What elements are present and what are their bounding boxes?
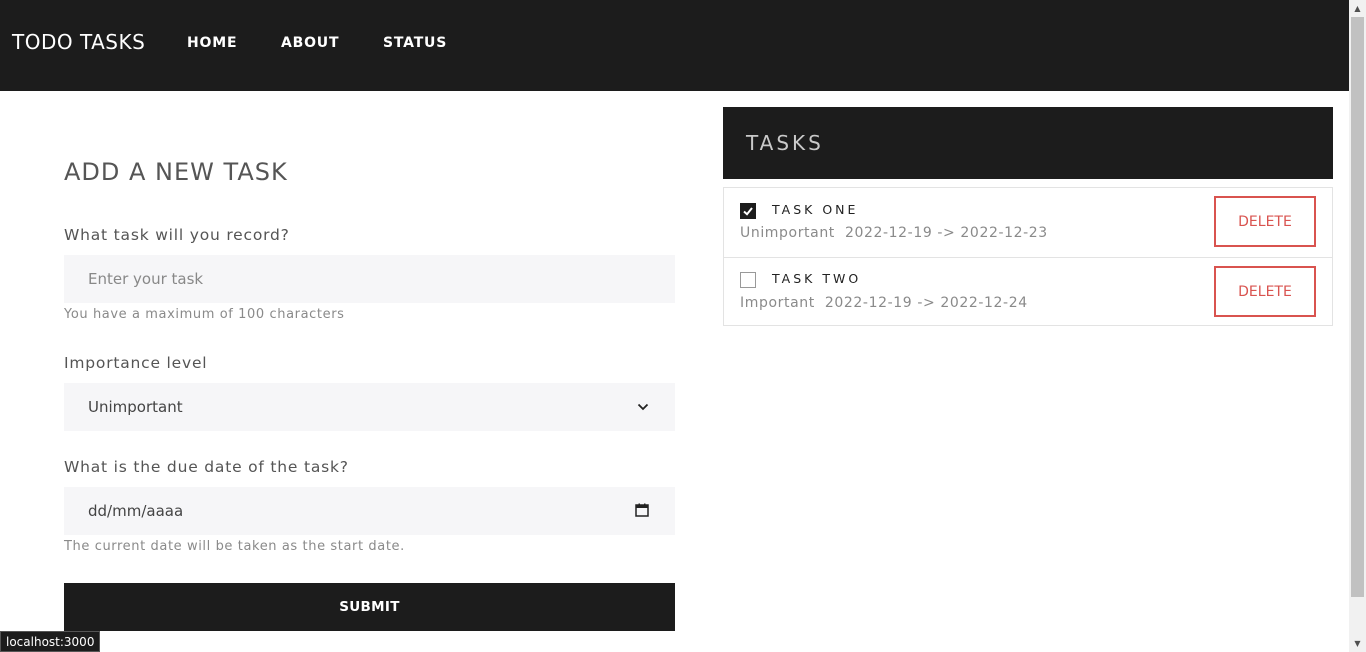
task-input[interactable]: [64, 255, 675, 303]
delete-button[interactable]: DELETE: [1214, 196, 1316, 247]
form-title: ADD A NEW TASK: [64, 158, 288, 186]
navbar: TODO TASKS HOME ABOUT STATUS: [0, 0, 1349, 91]
importance-label: Importance level: [64, 354, 208, 372]
nav-link-status[interactable]: STATUS: [383, 35, 447, 51]
task-checkbox[interactable]: [740, 203, 756, 219]
task-checkbox[interactable]: [740, 272, 756, 288]
task-hint: You have a maximum of 100 characters: [64, 307, 345, 322]
task-meta: Unimportant 2022-12-19 -> 2022-12-23: [740, 225, 1048, 241]
chevron-down-icon: [637, 403, 649, 411]
checkmark-icon: [743, 207, 753, 216]
link-status-tooltip: localhost:3000: [0, 631, 101, 652]
delete-button[interactable]: DELETE: [1214, 266, 1316, 317]
task-meta: Important 2022-12-19 -> 2022-12-24: [740, 295, 1028, 311]
task-label: What task will you record?: [64, 226, 290, 244]
brand-title[interactable]: TODO TASKS: [12, 30, 145, 54]
scroll-up-arrow-icon[interactable]: ▲: [1349, 0, 1366, 17]
task-name: TASK ONE: [772, 202, 859, 217]
scroll-down-arrow-icon[interactable]: ▼: [1349, 635, 1366, 652]
submit-button[interactable]: SUBMIT: [64, 583, 675, 631]
scroll-thumb[interactable]: [1351, 17, 1364, 597]
nav-link-about[interactable]: ABOUT: [281, 35, 339, 51]
due-date-hint: The current date will be taken as the st…: [64, 539, 405, 554]
importance-select[interactable]: Unimportant: [64, 383, 675, 431]
due-date-placeholder: dd/mm/aaaa: [88, 502, 184, 520]
task-item: TASK ONE Unimportant 2022-12-19 -> 2022-…: [724, 188, 1332, 257]
task-name: TASK TWO: [772, 271, 862, 286]
tasks-title: TASKS: [746, 131, 824, 155]
importance-selected-value: Unimportant: [88, 398, 183, 416]
tasks-header: TASKS: [723, 107, 1333, 179]
due-date-label: What is the due date of the task?: [64, 458, 349, 476]
task-item: TASK TWO Important 2022-12-19 -> 2022-12…: [724, 257, 1332, 326]
task-list: TASK ONE Unimportant 2022-12-19 -> 2022-…: [723, 187, 1333, 326]
due-date-input[interactable]: dd/mm/aaaa: [64, 487, 675, 535]
calendar-icon[interactable]: [635, 503, 649, 517]
nav-link-home[interactable]: HOME: [187, 35, 237, 51]
vertical-scrollbar[interactable]: ▲ ▼: [1349, 0, 1366, 652]
